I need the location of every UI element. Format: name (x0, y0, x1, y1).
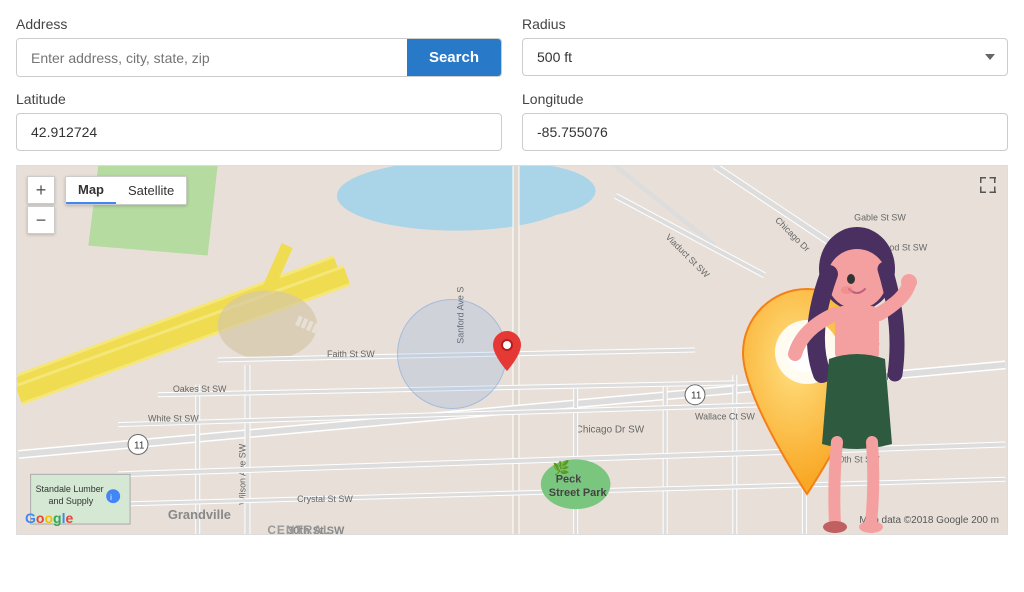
latitude-label: Latitude (16, 91, 502, 107)
svg-text:Crystal St SW: Crystal St SW (297, 494, 353, 504)
svg-text:CENTRAL: CENTRAL (267, 523, 331, 534)
longitude-input[interactable] (522, 113, 1008, 151)
svg-text:Wilson Ave SW: Wilson Ave SW (237, 443, 247, 504)
svg-text:Chicago Dr SW: Chicago Dr SW (576, 425, 645, 436)
map-zoom-controls: + − (27, 176, 55, 234)
svg-text:11: 11 (134, 440, 145, 451)
radius-label: Radius (522, 16, 1008, 32)
radius-select[interactable]: 100 ft 200 ft 500 ft 1000 ft 1 mile 5 mi… (522, 38, 1008, 76)
zoom-out-button[interactable]: − (27, 206, 55, 234)
address-input[interactable] (17, 39, 407, 76)
svg-text:Faith St SW: Faith St SW (327, 349, 375, 359)
character-illustration (747, 214, 947, 534)
map-container[interactable]: Sanford Ave S Chicago Dr SW Wilson Ave S… (16, 165, 1008, 535)
location-pin (493, 331, 521, 376)
longitude-label: Longitude (522, 91, 1008, 107)
map-type-controls: Map Satellite (65, 176, 187, 205)
address-label: Address (16, 16, 502, 32)
expand-icon[interactable] (979, 176, 997, 199)
latitude-input[interactable] (16, 113, 502, 151)
zoom-in-button[interactable]: + (27, 176, 55, 204)
map-type-map-button[interactable]: Map (66, 177, 116, 204)
search-button[interactable]: Search (407, 39, 501, 76)
svg-text:Grandville: Grandville (168, 507, 231, 522)
svg-text:Oakes St SW: Oakes St SW (173, 384, 227, 394)
map-type-satellite-button[interactable]: Satellite (116, 177, 186, 204)
svg-text:i: i (110, 493, 112, 502)
svg-text:Street Park: Street Park (549, 487, 608, 499)
radius-circle (397, 299, 507, 409)
svg-text:White St SW: White St SW (148, 414, 199, 424)
svg-text:11: 11 (691, 391, 702, 402)
svg-text:and Supply: and Supply (49, 496, 94, 506)
address-row: Search (16, 38, 502, 77)
svg-text:Standale Lumber: Standale Lumber (36, 484, 104, 494)
svg-text:🌿: 🌿 (553, 459, 570, 476)
google-brand: Google (25, 510, 73, 526)
